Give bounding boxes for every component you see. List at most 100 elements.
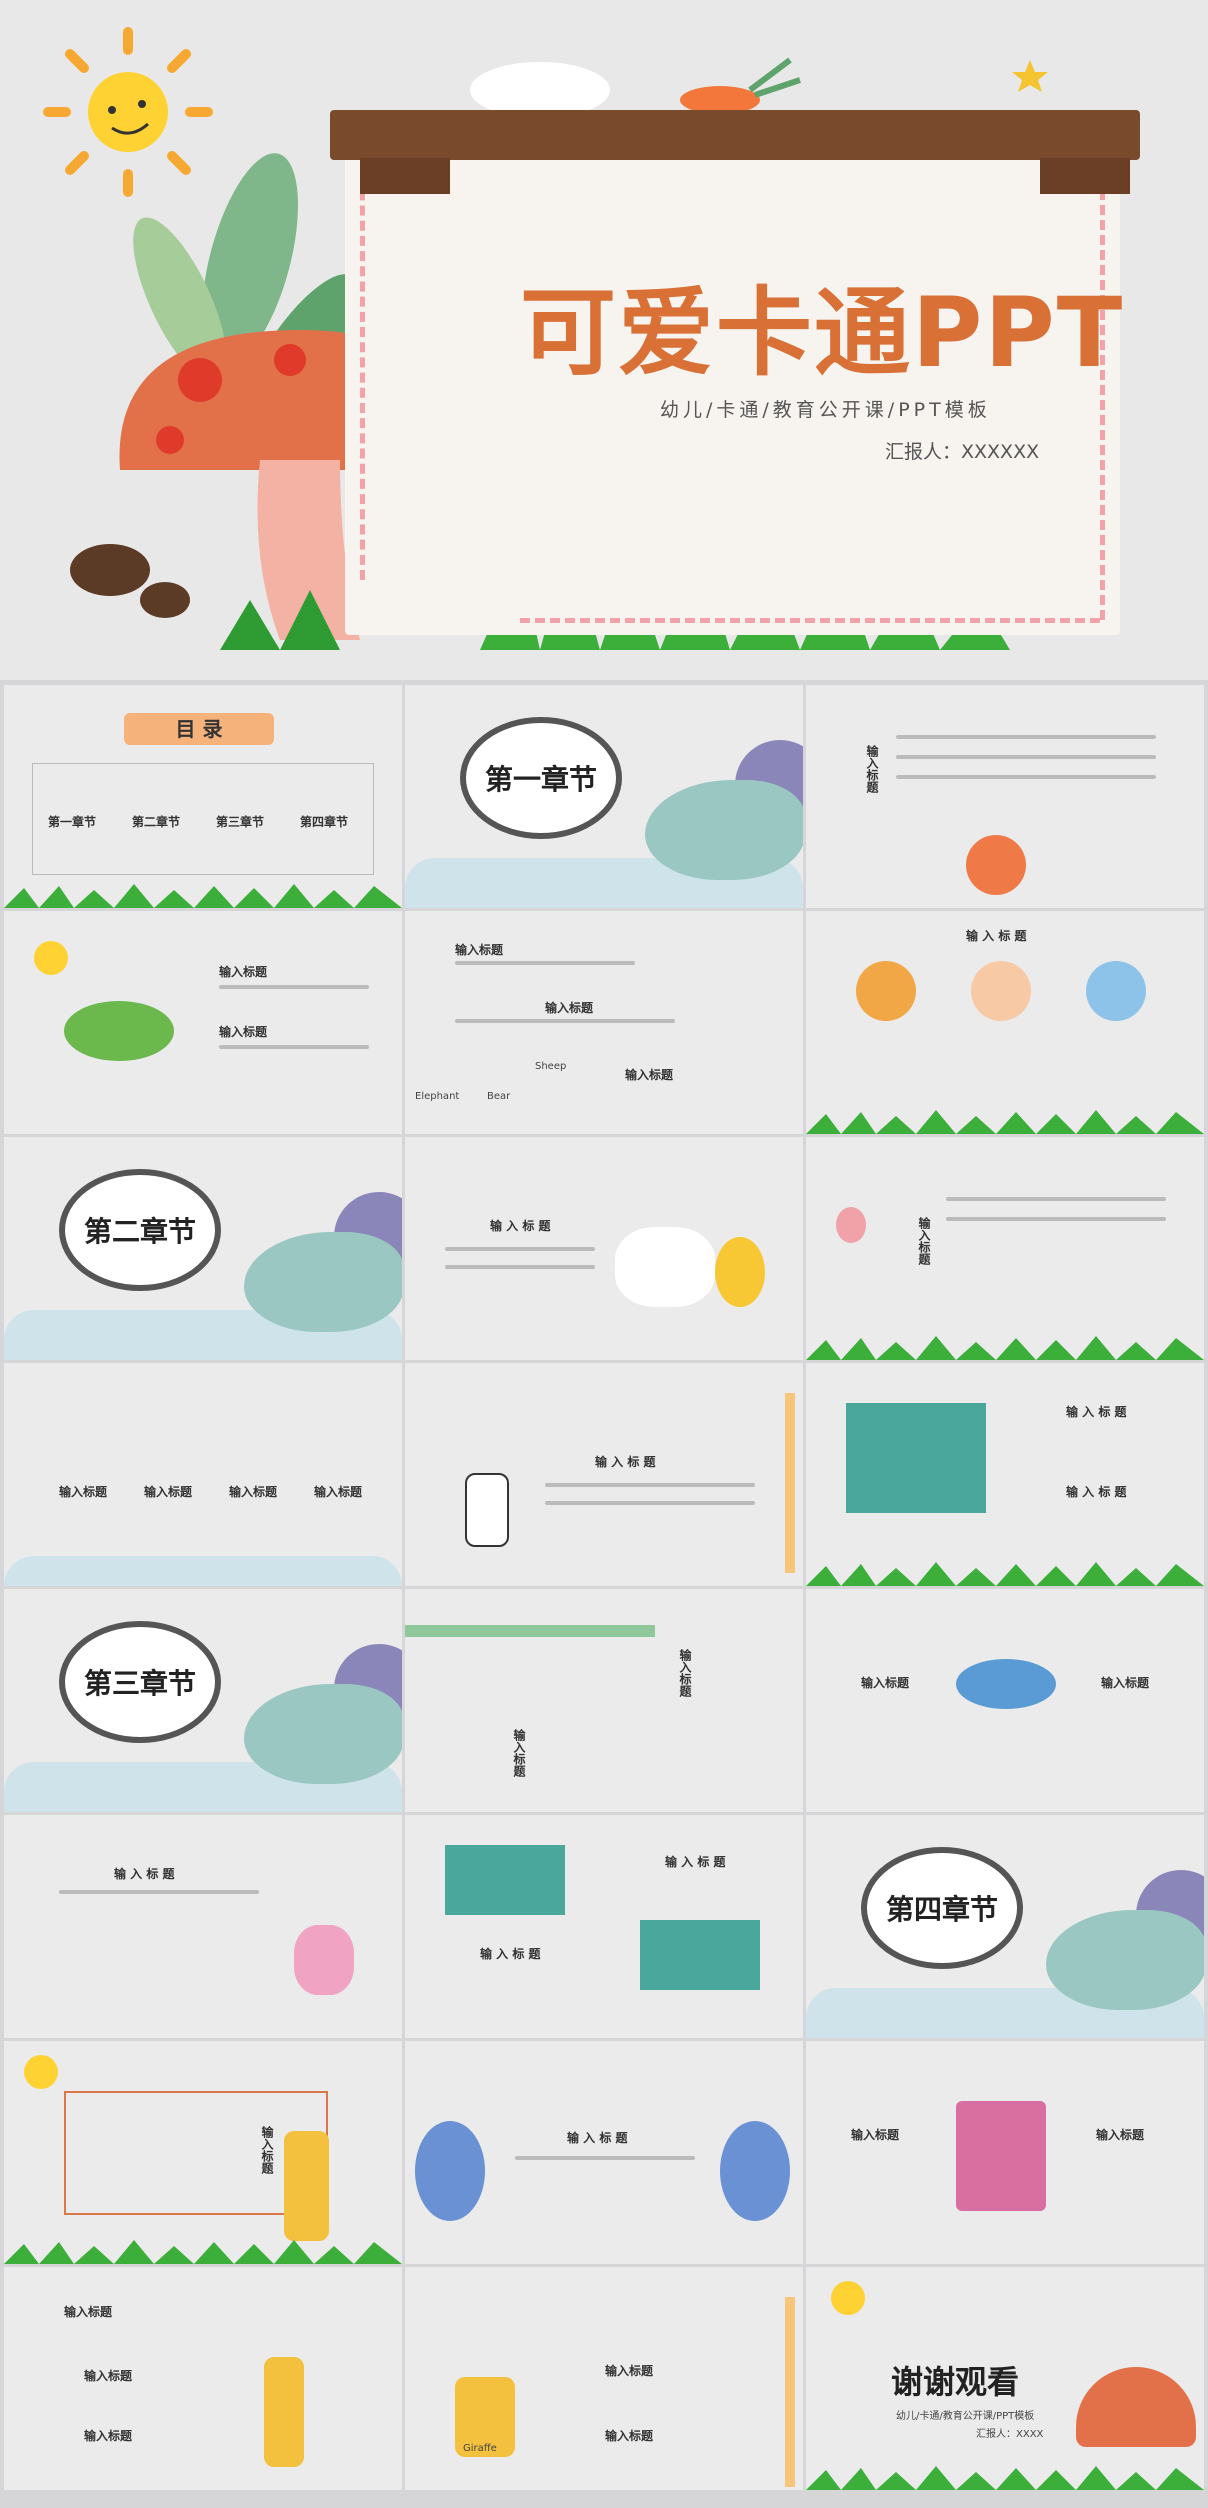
- thanks-reporter: 汇报人：XXXX: [976, 2429, 1044, 2440]
- slide-giraffes[interactable]: 输入标题 输入标题 输入标题: [4, 2267, 402, 2490]
- text-placeholder: [896, 755, 1156, 759]
- slide-heading: 输入标题: [84, 2429, 133, 2443]
- slide-heading: 输 入 标 题: [665, 1855, 726, 1869]
- wood-bracket: [360, 158, 450, 194]
- balloon-icon: [836, 1207, 866, 1243]
- toc-item-4[interactable]: 第四章节: [300, 813, 348, 830]
- text-placeholder: [455, 961, 635, 965]
- slide-rabbits[interactable]: 输 入 标 题: [405, 1137, 803, 1360]
- giraffe-label: Giraffe: [463, 2443, 497, 2454]
- elephant-icon: [1086, 961, 1146, 1021]
- slide-chapter-2[interactable]: 第二章节: [4, 1137, 402, 1360]
- slide-blue-whale[interactable]: 输入标题 输入标题: [806, 1589, 1204, 1812]
- slide-heading: 输入标题: [144, 1485, 193, 1499]
- slide-heading: 输入标题: [59, 1485, 108, 1499]
- slide-four-whales[interactable]: 输入标题 输入标题 输入标题 输入标题: [4, 1363, 402, 1586]
- slide-heading: 输入标题: [455, 943, 504, 957]
- reporter-label: 汇报人：XXXXXX: [885, 441, 1040, 463]
- text-placeholder: [946, 1217, 1166, 1221]
- photo-placeholder: [640, 1920, 760, 1990]
- toc-item-3[interactable]: 第三章节: [216, 813, 264, 830]
- slide-heading: 输入标题: [1101, 1676, 1150, 1690]
- slide-thanks[interactable]: 谢谢观看 幼儿/卡通/教育公开课/PPT模板 汇报人：XXXX: [806, 2267, 1204, 2490]
- slide-heading: 输 入 标 题: [1066, 1485, 1127, 1499]
- whale-icon: [956, 1659, 1056, 1709]
- slide-two-whales[interactable]: 输 入 标 题: [405, 2041, 803, 2264]
- slide-pig[interactable]: 输 入 标 题: [4, 1815, 402, 2038]
- slide-giraffe-box[interactable]: Giraffe 输入标题 输入标题: [405, 2267, 803, 2490]
- slide-heading: 输 入 标 题: [966, 929, 1027, 943]
- whale-icon: [720, 2121, 790, 2221]
- slide-heading: 输 入 标 题: [595, 1455, 656, 1469]
- photo-placeholder: [445, 1845, 565, 1915]
- toc-item-1[interactable]: 第一章节: [48, 813, 96, 830]
- toc-title: 目 录: [124, 713, 274, 745]
- grass-decoration: [4, 884, 402, 908]
- slide-chapter-1[interactable]: 第一章节: [405, 685, 803, 908]
- slide-chapter-3[interactable]: 第三章节: [4, 1589, 402, 1812]
- thanks-title: 谢谢观看: [891, 2363, 1020, 2401]
- lotus-leaf-icon: [64, 1001, 174, 1061]
- giraffe-icon: [264, 2357, 304, 2467]
- sheep-label: Sheep: [535, 1061, 567, 1072]
- moon-icon: [715, 1237, 765, 1307]
- slide-zebra[interactable]: 输 入 标 题: [405, 1363, 803, 1586]
- slide-heading: 输入标题: [219, 1025, 268, 1039]
- banner-bar: [405, 1625, 655, 1637]
- text-placeholder: [515, 2156, 695, 2160]
- rabbit-icon: [615, 1227, 715, 1307]
- board-border: [520, 618, 1100, 623]
- slide-heading: 输入标题: [605, 2364, 654, 2378]
- slide-photos-2[interactable]: 输 入 标 题 输 入 标 题: [405, 1815, 803, 2038]
- slide-toc[interactable]: 目 录 第一章节 第二章节 第三章节 第四章节: [4, 685, 402, 908]
- slide-animals[interactable]: 输入标题 输入标题 输入标题 Elephant Bear Sheep: [405, 911, 803, 1134]
- slide-heading: 输入标题: [512, 1729, 526, 1777]
- text-placeholder: [896, 735, 1156, 739]
- slide-vertical-text[interactable]: 输入标题 输入标题: [405, 1589, 803, 1812]
- text-placeholder: [59, 1890, 259, 1894]
- pencil-icon: [785, 1393, 795, 1573]
- slide-balloon[interactable]: 输入标题: [806, 1137, 1204, 1360]
- sun-icon: [43, 27, 213, 197]
- slide-heading: 输 入 标 题: [1066, 1405, 1127, 1419]
- slide-heading: 输入标题: [1096, 2128, 1145, 2142]
- chapter-bubble: 第一章节: [460, 717, 622, 839]
- wood-bracket: [1040, 158, 1130, 194]
- chapter-bubble: 第四章节: [861, 1847, 1023, 1969]
- text-placeholder: [545, 1501, 755, 1505]
- slide-three-faces[interactable]: 输 入 标 题: [806, 911, 1204, 1134]
- slide-chapter-4[interactable]: 第四章节: [806, 1815, 1204, 2038]
- castle-icon: [956, 2101, 1046, 2211]
- cover-slide[interactable]: 可爱卡通PPT 幼儿/卡通/教育公开课/PPT模板 汇报人：XXXXXX: [0, 0, 1208, 680]
- giraffe-icon: [284, 2131, 329, 2241]
- chapter-bubble: 第二章节: [59, 1169, 221, 1291]
- slide-giraffe-frame[interactable]: 输入标题: [4, 2041, 402, 2264]
- cat-icon: [971, 961, 1031, 1021]
- chapter-bubble: 第三章节: [59, 1621, 221, 1743]
- slide-heading: 输 入 标 题: [480, 1947, 541, 1961]
- text-placeholder: [219, 985, 369, 989]
- text-placeholder: [946, 1197, 1166, 1201]
- presentation-subtitle: 幼儿/卡通/教育公开课/PPT模板: [660, 399, 991, 421]
- sun-icon: [34, 941, 68, 975]
- slide-lotus[interactable]: 输入标题 输入标题: [4, 911, 402, 1134]
- slide-heading: 输入标题: [917, 1217, 931, 1265]
- whale-icon: [415, 2121, 485, 2221]
- slide-heading: 输 入 标 题: [490, 1219, 551, 1233]
- slide-heading: 输入标题: [861, 1676, 910, 1690]
- slide-heading: 输入标题: [605, 2429, 654, 2443]
- slide-octopus[interactable]: 输入标题: [806, 685, 1204, 908]
- thanks-subtitle: 幼儿/卡通/教育公开课/PPT模板: [896, 2411, 1035, 2422]
- grass-decoration: [806, 1562, 1204, 1586]
- whale-icon: [1046, 1910, 1204, 2010]
- sun-icon: [831, 2281, 865, 2315]
- toc-item-2[interactable]: 第二章节: [132, 813, 180, 830]
- grass-decoration: [806, 1110, 1204, 1134]
- slide-heading: 输 入 标 题: [114, 1867, 175, 1881]
- bear-label: Bear: [487, 1091, 511, 1102]
- slide-photo[interactable]: 输 入 标 题 输 入 标 题: [806, 1363, 1204, 1586]
- lion-icon: [856, 961, 916, 1021]
- slide-heading: 输入标题: [219, 965, 268, 979]
- sun-icon: [24, 2055, 58, 2089]
- slide-castle[interactable]: 输入标题 输入标题: [806, 2041, 1204, 2264]
